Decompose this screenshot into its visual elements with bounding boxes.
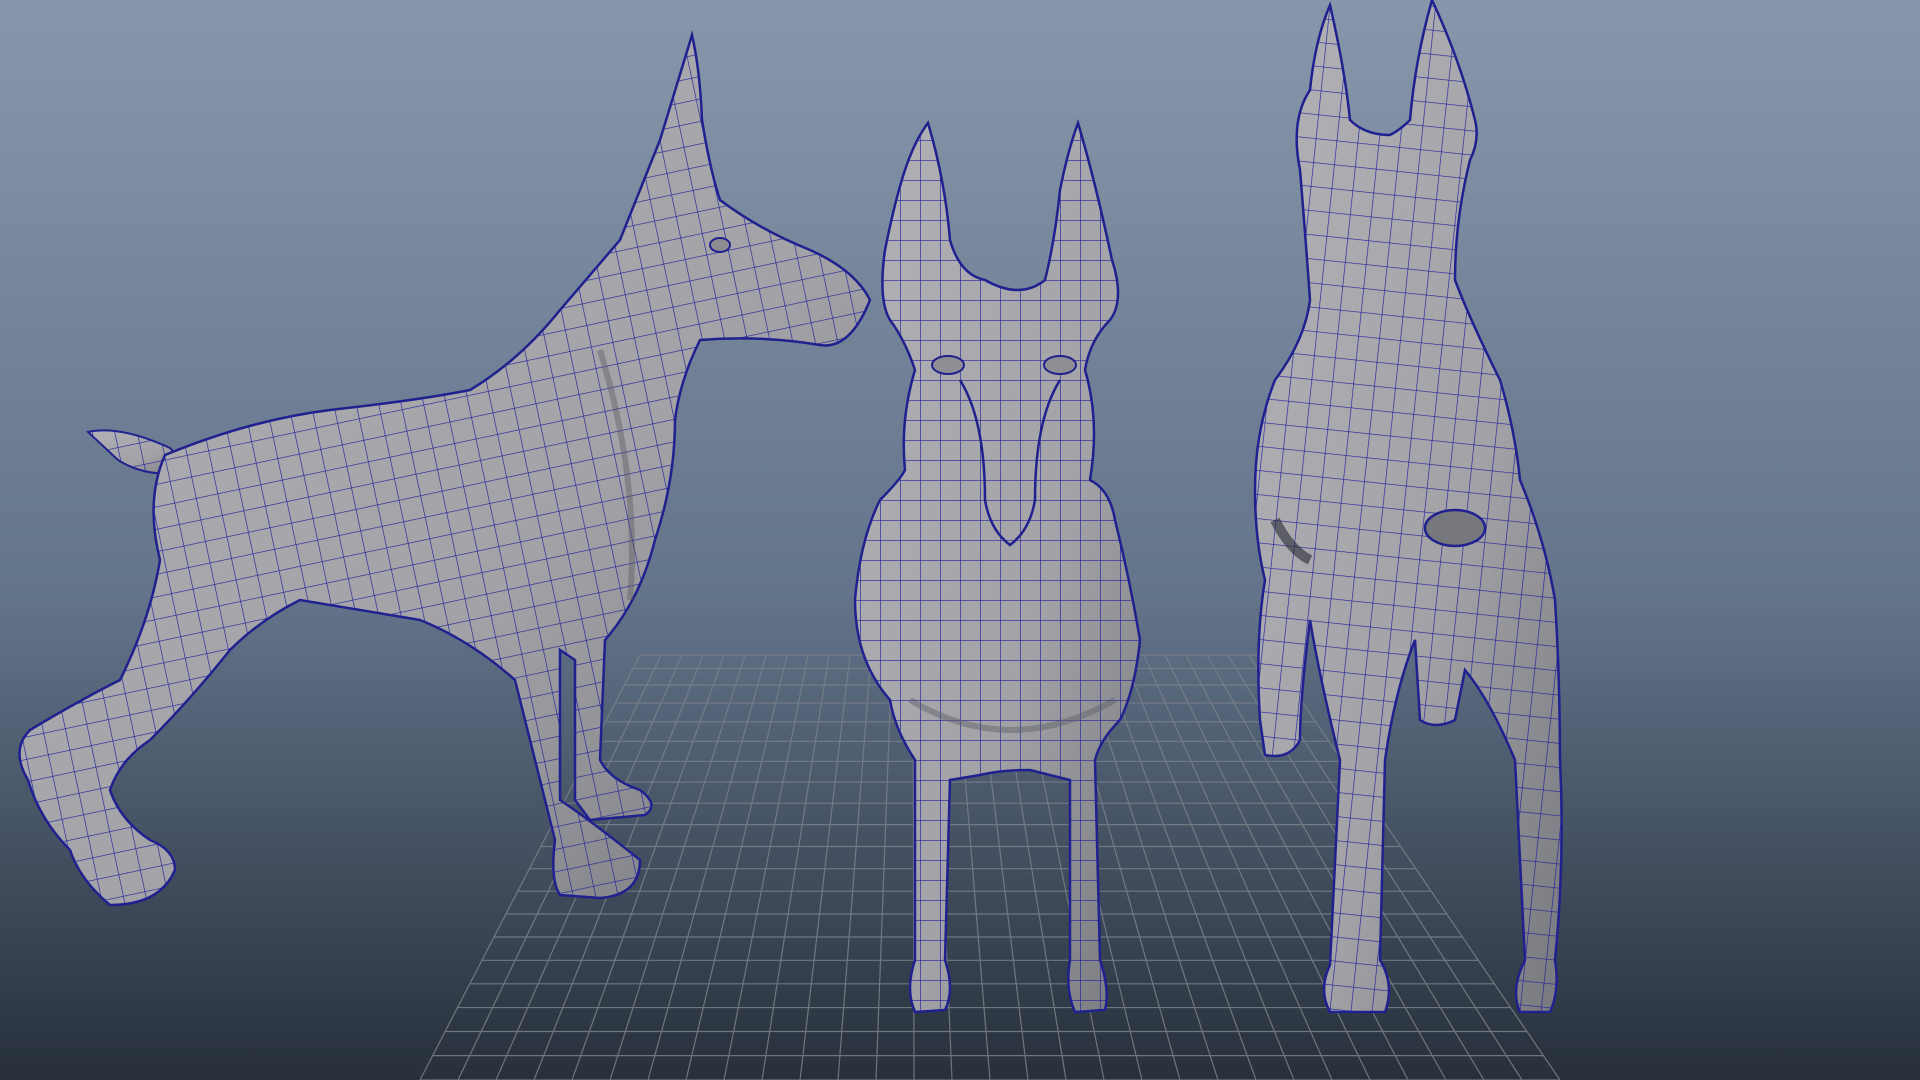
viewport-canvas[interactable] — [0, 0, 1920, 1080]
side-eye — [709, 237, 731, 253]
front-eye-right — [1043, 355, 1077, 375]
3d-viewport[interactable] — [0, 0, 1920, 1080]
tail-stub — [1423, 508, 1487, 548]
front-eye-left — [931, 355, 965, 375]
